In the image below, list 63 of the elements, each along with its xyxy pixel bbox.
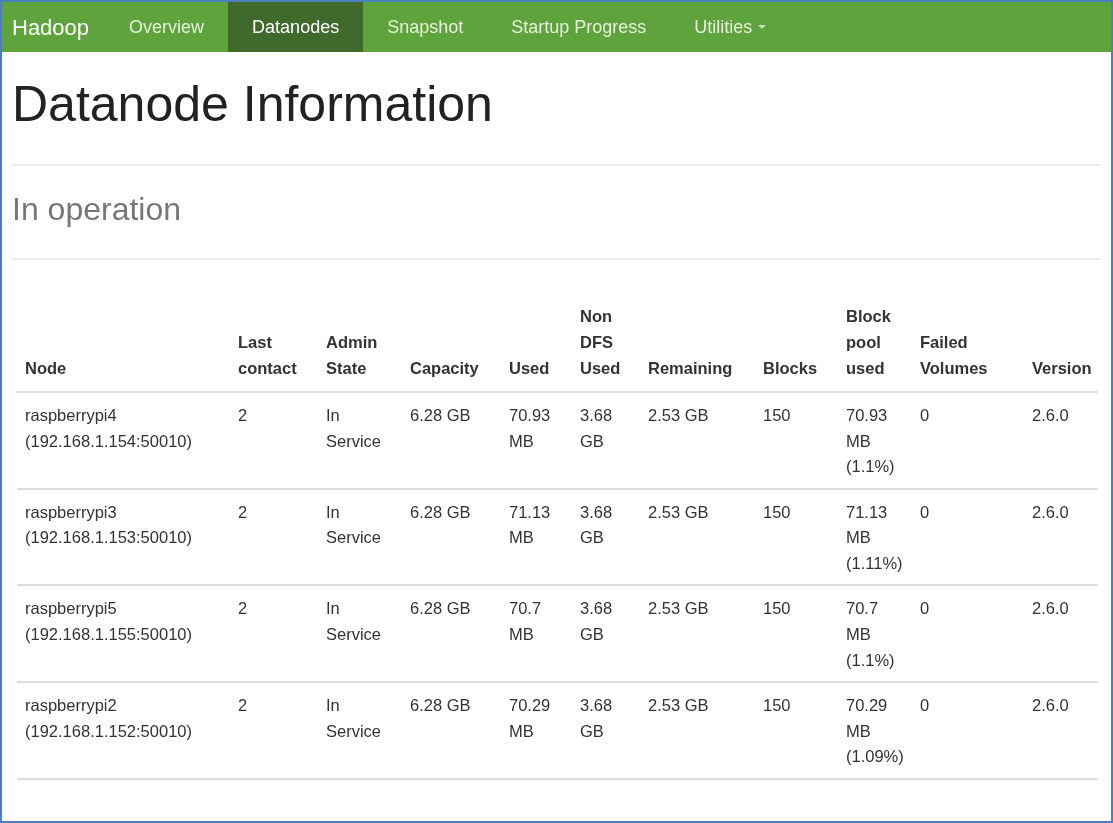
table-cell: 70.29 MB <box>501 682 572 779</box>
nav-tab[interactable]: Snapshot <box>363 2 488 52</box>
table-cell: raspberrypi3 (192.168.1.153:50010) <box>17 488 230 586</box>
table-cell: 2.53 GB <box>640 682 755 779</box>
column-header: Admin State <box>318 300 402 393</box>
table-cell: 150 <box>755 392 838 489</box>
table-cell: 6.28 GB <box>402 585 501 683</box>
column-header: Remaining <box>640 300 755 393</box>
table-cell: raspberrypi5 (192.168.1.155:50010) <box>17 585 230 683</box>
column-header: Used <box>501 300 572 393</box>
column-header: Blocks <box>755 300 838 393</box>
table-cell: 70.93 MB (1.1%) <box>838 392 912 489</box>
table-cell: 0 <box>912 392 1024 489</box>
table-cell: 150 <box>755 682 838 779</box>
table-cell: 70.7 MB (1.1%) <box>838 585 912 683</box>
table-cell: 6.28 GB <box>402 392 501 489</box>
nav-tab[interactable]: Overview <box>105 2 229 52</box>
column-header: Capacity <box>402 300 501 393</box>
brand-link[interactable]: Hadoop <box>8 2 106 52</box>
table-cell: 3.68 GB <box>572 488 640 586</box>
table-cell: 0 <box>912 585 1024 683</box>
column-header: Version <box>1024 300 1098 393</box>
table-cell: 0 <box>912 682 1024 779</box>
table-cell: 6.28 GB <box>402 488 501 586</box>
column-header: Non DFS Used <box>572 300 640 393</box>
table-cell: 6.28 GB <box>402 682 501 779</box>
table-cell: 2.6.0 <box>1024 585 1098 683</box>
table-cell: 2 <box>230 682 318 779</box>
nav-dropdown[interactable]: Utilities <box>670 2 791 52</box>
table-cell: 2.53 GB <box>640 392 755 489</box>
table-cell: raspberrypi2 (192.168.1.152:50010) <box>17 682 230 779</box>
column-header: Node <box>17 300 230 393</box>
table-cell: 70.7 MB <box>501 585 572 683</box>
nav-tab[interactable]: Startup Progress <box>487 2 671 52</box>
table-cell: 70.93 MB <box>501 392 572 489</box>
table-cell: 2.6.0 <box>1024 682 1098 779</box>
table-cell: 150 <box>755 585 838 683</box>
table-cell: 70.29 MB (1.09%) <box>838 682 912 779</box>
table-cell: In Service <box>318 392 402 489</box>
column-header: Last contact <box>230 300 318 393</box>
table-cell: 2 <box>230 585 318 683</box>
table-cell: 0 <box>912 488 1024 586</box>
table-cell: 2.53 GB <box>640 488 755 586</box>
table-cell: 150 <box>755 488 838 586</box>
table-cell: 3.68 GB <box>572 682 640 779</box>
table-cell: In Service <box>318 682 402 779</box>
table-cell: 71.13 MB <box>501 488 572 586</box>
section-title: In operation <box>12 190 182 229</box>
column-header: Block pool used <box>838 300 912 393</box>
table-cell: raspberrypi4 (192.168.1.154:50010) <box>17 392 230 489</box>
table-cell: In Service <box>318 488 402 586</box>
page-title: Datanode Information <box>12 75 494 134</box>
table-cell: 3.68 GB <box>572 585 640 683</box>
table-cell: 2 <box>230 392 318 489</box>
table-cell: 2.6.0 <box>1024 488 1098 586</box>
table-cell: 2.53 GB <box>640 585 755 683</box>
nav-tab[interactable]: Datanodes <box>228 2 364 52</box>
column-header: Failed Volumes <box>912 300 1024 393</box>
table-cell: 3.68 GB <box>572 392 640 489</box>
table-cell: 2 <box>230 488 318 586</box>
table-cell: In Service <box>318 585 402 683</box>
table-cell: 71.13 MB (1.11%) <box>838 488 912 586</box>
table-cell: 2.6.0 <box>1024 392 1098 489</box>
